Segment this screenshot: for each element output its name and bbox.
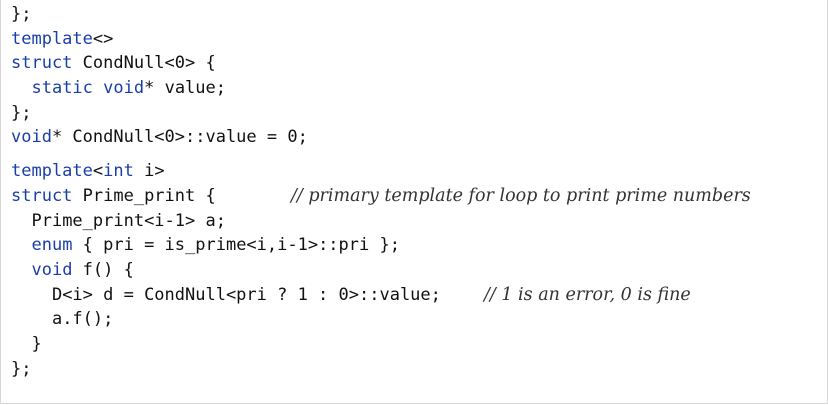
code-text: i> <box>133 161 165 182</box>
code-text: f() { <box>72 259 134 280</box>
keyword: enum <box>31 235 73 256</box>
code-line-2: template<> <box>11 27 441 52</box>
code-text: }; <box>11 102 32 123</box>
keyword: void <box>103 78 145 99</box>
code-text: * value; <box>144 78 226 99</box>
code-text: a.f(); <box>51 309 114 330</box>
code-text: }; <box>11 4 32 24</box>
code-line-7: template<int i> <box>11 159 441 184</box>
code-line-9: Prime_print<i-1> a; <box>11 209 441 234</box>
keyword: void <box>31 259 73 280</box>
keyword: template <box>11 28 93 49</box>
code-line-6: void* CondNull<0>::value = 0; <box>11 125 441 150</box>
code-block: }; template<> struct CondNull<0> { stati… <box>11 2 751 382</box>
code-line-10: enum { pri = is_prime<i,i-1>::pri }; <box>11 233 441 258</box>
code-text: * CondNull<0>::value = 0; <box>51 127 308 148</box>
keyword: static <box>31 78 93 99</box>
code-line-8: struct Prime_print { // primary template … <box>11 184 751 209</box>
code-text: <> <box>92 28 114 49</box>
code-line-11: void f() { <box>11 258 441 283</box>
code-text: Prime_print<i-1> a; <box>31 210 226 231</box>
code-text: < <box>92 161 104 182</box>
code-text: D<i> d = CondNull<pri ? 1 : 0>::value; <box>51 284 441 305</box>
code-text: } <box>31 333 42 354</box>
code-line-12: D<i> d = CondNull<pri ? 1 : 0>::value; //… <box>11 283 691 308</box>
keyword: int <box>103 161 134 182</box>
code-line-14: } <box>11 332 441 357</box>
code-listing-frame: }; template<> struct CondNull<0> { stati… <box>0 0 828 404</box>
keyword: struct <box>11 185 73 206</box>
code-line-4: static void* value; <box>11 76 441 101</box>
code-comment: // 1 is an error, 0 is fine <box>484 284 691 305</box>
code-text: Prime_print { <box>72 185 216 206</box>
code-line-1: }; <box>11 2 441 27</box>
code-line-5: }; <box>11 101 441 126</box>
code-text: CondNull<0> { <box>72 53 216 74</box>
keyword: void <box>11 127 52 148</box>
code-text: }; <box>11 358 32 379</box>
keyword: template <box>11 161 93 182</box>
code-line-3: struct CondNull<0> { <box>11 51 441 76</box>
code-text: { pri = is_prime<i,i-1>::pri }; <box>72 235 400 256</box>
code-comment: // primary template for loop to print pr… <box>291 185 751 206</box>
code-line-15: }; <box>11 357 441 382</box>
code-line-13: a.f(); <box>11 307 441 332</box>
keyword: struct <box>11 53 73 74</box>
